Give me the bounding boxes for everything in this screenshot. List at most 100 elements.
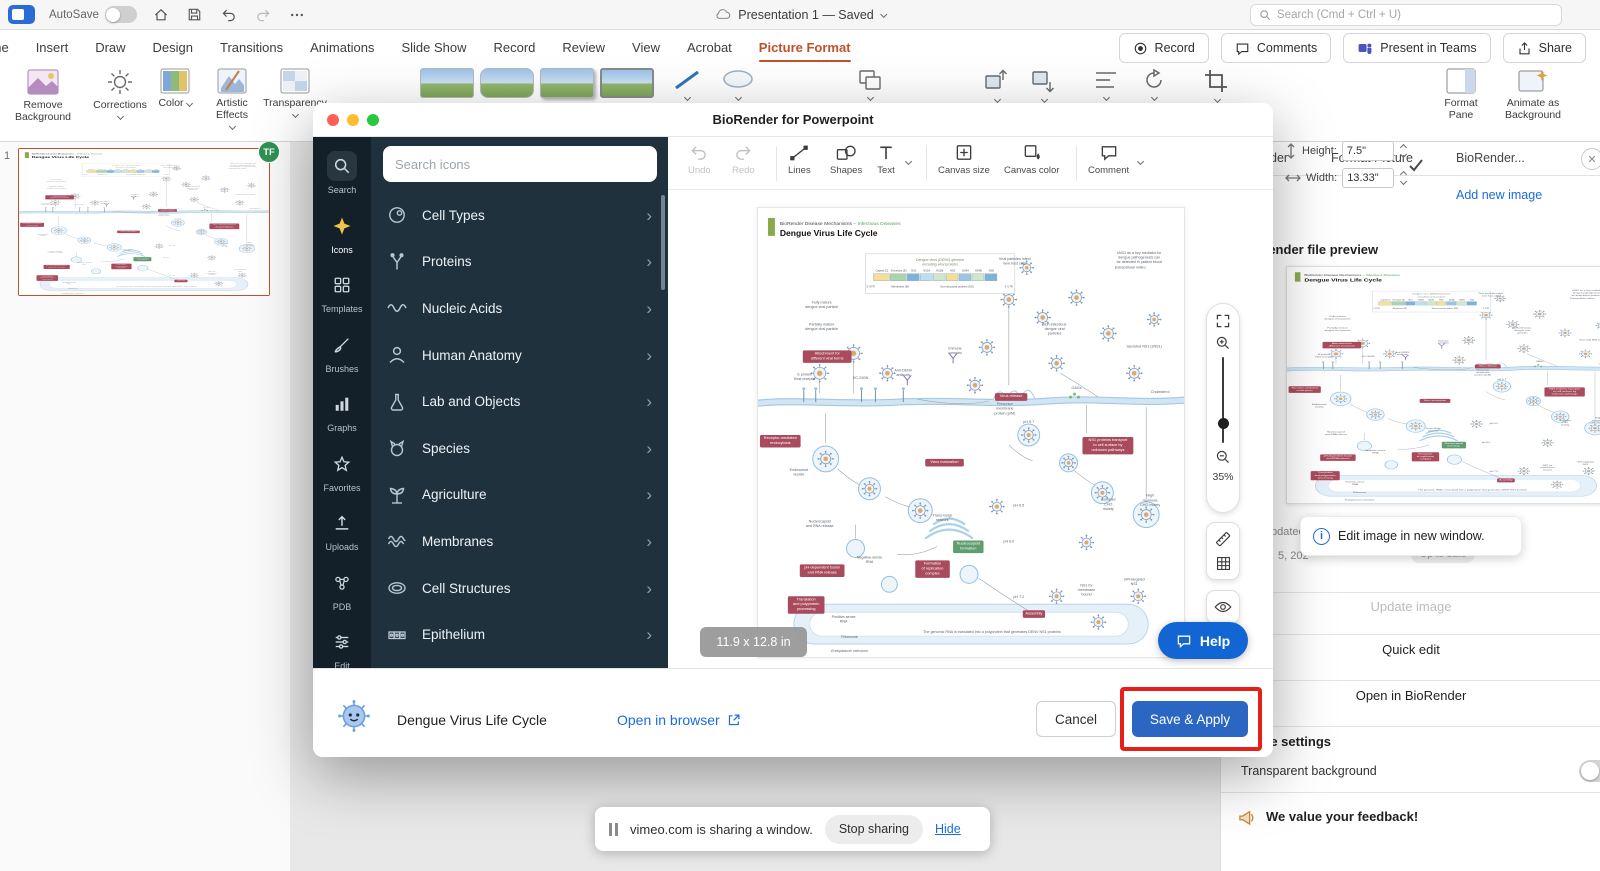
transparent-background-toggle[interactable]	[1579, 760, 1600, 782]
canvas-page[interactable]: BioRender Disease Mechanisms – Infectiou…	[757, 207, 1185, 658]
zoom-slider-knob[interactable]	[1217, 418, 1229, 429]
sidebar-item-search[interactable]: Search	[315, 143, 369, 203]
ribbon-tab-transitions[interactable]: Transitions	[220, 31, 283, 64]
category-nucleic-acids[interactable]: Nucleic Acids ›	[371, 285, 668, 332]
send-backward-button[interactable]	[1022, 68, 1066, 104]
crop-button[interactable]	[1195, 68, 1239, 104]
ribbon-tab-animations[interactable]: Animations	[310, 31, 374, 64]
slide-thumbnail[interactable]: BioRender Disease Mechanisms – Infectiou…	[18, 141, 280, 296]
comments-button[interactable]: Comments	[1220, 33, 1332, 63]
text-tool-button[interactable]: Text	[876, 143, 896, 176]
lines-tool-button[interactable]: Lines	[788, 143, 811, 176]
redo-button[interactable]: Redo	[732, 143, 755, 176]
update-image-button[interactable]: Update image	[1221, 599, 1600, 614]
remove-background-button[interactable]: Remove Background	[2, 68, 84, 123]
category-epithelium[interactable]: Epithelium ›	[371, 611, 668, 658]
hide-link[interactable]: Hide	[935, 822, 961, 836]
category-agriculture[interactable]: Agriculture ›	[371, 472, 668, 519]
selection-pane-button[interactable]	[850, 68, 890, 102]
stop-sharing-button[interactable]: Stop sharing	[824, 814, 923, 844]
canvas-size-button[interactable]: Canvas size	[938, 143, 990, 176]
picture-style-thumbnail[interactable]	[420, 68, 474, 98]
more-options-icon[interactable]	[287, 5, 307, 25]
sidebar-item-pdb[interactable]: PDB	[315, 560, 369, 620]
ribbon-tab-design[interactable]: Design	[153, 31, 193, 64]
zoom-in-icon[interactable]	[1215, 335, 1231, 351]
ribbon-tab-record[interactable]: Record	[493, 31, 535, 64]
save-icon[interactable]	[185, 5, 205, 25]
pause-icon[interactable]	[609, 822, 618, 836]
close-pane-icon[interactable]: ✕	[1581, 148, 1600, 170]
picture-style-thumbnail[interactable]	[600, 68, 654, 98]
align-button[interactable]	[1085, 68, 1127, 102]
open-in-biorender-button[interactable]: Open in BioRender	[1221, 688, 1600, 703]
comment-button[interactable]: Comment	[1088, 143, 1129, 176]
sidebar-item-uploads[interactable]: Uploads	[315, 500, 369, 560]
text-tool-chevron-icon[interactable]	[904, 157, 913, 166]
ribbon-tab-draw[interactable]: Draw	[95, 31, 125, 64]
category-cell-types[interactable]: Cell Types ›	[371, 192, 668, 239]
global-search-input[interactable]	[1277, 9, 1553, 21]
width-stepper[interactable]	[1400, 170, 1408, 186]
pane-tab-biorender[interactable]: BioRender...	[1456, 151, 1525, 165]
height-input[interactable]	[1341, 141, 1394, 161]
feedback-section[interactable]: We value your feedback!	[1221, 792, 1600, 840]
fit-to-screen-icon[interactable]	[1215, 313, 1231, 329]
corrections-button[interactable]: Corrections	[90, 68, 150, 121]
sidebar-item-icons[interactable]: Icons	[315, 203, 369, 263]
rotate-button[interactable]	[1133, 68, 1175, 102]
zoom-out-icon[interactable]	[1215, 449, 1231, 465]
category-cell-structures[interactable]: Cell Structures ›	[371, 565, 668, 612]
ribbon-tab-view[interactable]: View	[632, 31, 660, 64]
global-search[interactable]	[1250, 4, 1562, 26]
ribbon-tab-slide-show[interactable]: Slide Show	[401, 31, 466, 64]
document-title[interactable]: Presentation 1 — Saved	[738, 8, 874, 22]
picture-styles-gallery[interactable]	[420, 68, 654, 98]
bring-forward-button[interactable]	[975, 68, 1019, 104]
grid-icon[interactable]	[1215, 555, 1232, 572]
add-new-image-link[interactable]: Add new image	[1456, 188, 1542, 202]
ribbon-tab-insert[interactable]: Insert	[36, 31, 69, 64]
color-button[interactable]: Color	[152, 68, 198, 109]
category-species[interactable]: Species ›	[371, 425, 668, 472]
zoom-slider[interactable]	[1217, 357, 1229, 443]
cancel-button[interactable]: Cancel	[1036, 701, 1116, 737]
artistic-effects-button[interactable]: Artistic Effects	[202, 68, 262, 131]
present-in-teams-button[interactable]: Present in Teams	[1343, 33, 1491, 63]
redo-icon[interactable]	[253, 5, 273, 25]
eye-icon[interactable]	[1214, 600, 1232, 614]
picture-style-thumbnail[interactable]	[480, 68, 534, 98]
canvas-color-button[interactable]: Canvas color	[1004, 143, 1059, 176]
category-membranes[interactable]: Membranes ›	[371, 518, 668, 565]
sidebar-item-favorites[interactable]: Favorites	[315, 441, 369, 501]
format-pane-button[interactable]: Format Pane	[1432, 68, 1490, 121]
category-proteins[interactable]: Proteins ›	[371, 239, 668, 286]
shapes-tool-button[interactable]: Shapes	[830, 143, 862, 176]
powerpoint-app-icon[interactable]	[8, 5, 35, 24]
ribbon-tab-acrobat[interactable]: Acrobat	[687, 31, 732, 64]
animate-as-background-button[interactable]: Animate as Background	[1496, 68, 1570, 121]
help-button[interactable]: Help	[1158, 622, 1248, 659]
sidebar-item-templates[interactable]: Templates	[315, 262, 369, 322]
lock-aspect-ratio-check-icon[interactable]	[1408, 157, 1424, 173]
save-apply-button[interactable]: Save & Apply	[1132, 701, 1248, 737]
scrollbar[interactable]	[661, 195, 665, 290]
ruler-icon[interactable]	[1214, 530, 1232, 548]
chevron-down-icon[interactable]	[879, 10, 887, 19]
icon-search-input[interactable]	[383, 146, 657, 182]
autosave-toggle[interactable]	[104, 6, 137, 23]
share-button[interactable]: Share	[1502, 33, 1586, 63]
category-human-anatomy[interactable]: Human Anatomy ›	[371, 332, 668, 379]
record-button[interactable]: Record	[1118, 33, 1209, 63]
width-input[interactable]	[1342, 168, 1395, 188]
ribbon-tab-review[interactable]: Review	[562, 31, 605, 64]
biorender-file-preview[interactable]: BioRender Disease Mechanisms – Infectiou…	[1286, 266, 1600, 504]
ribbon-tab-home[interactable]: Home	[0, 31, 9, 64]
home-icon[interactable]	[151, 5, 171, 25]
picture-border-button[interactable]	[667, 68, 707, 102]
undo-button[interactable]: Undo	[688, 143, 711, 176]
sidebar-item-brushes[interactable]: Brushes	[315, 322, 369, 382]
open-in-browser-link[interactable]: Open in browser	[617, 712, 741, 728]
ribbon-tab-picture-format[interactable]: Picture Format	[758, 31, 851, 64]
sidebar-item-graphs[interactable]: Graphs	[315, 381, 369, 441]
